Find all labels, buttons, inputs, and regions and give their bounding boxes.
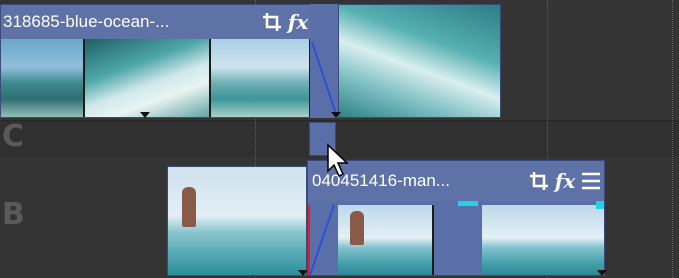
thumbnail — [1, 39, 85, 117]
crop-icon[interactable] — [526, 168, 552, 194]
frame-marker — [140, 112, 150, 118]
track-label-b: B — [2, 197, 25, 232]
event-header[interactable]: 318685-blue-ocean-... fx — [1, 5, 337, 39]
mouse-cursor-icon — [327, 143, 349, 178]
surfer-figure — [350, 211, 364, 245]
edge-handle[interactable] — [458, 201, 478, 206]
thumbnail — [338, 4, 501, 118]
fx-button[interactable]: fx — [552, 168, 578, 194]
menu-icon[interactable] — [578, 168, 604, 194]
event-header[interactable]: 040451416-man... fx — [308, 161, 604, 201]
track-label-c: C — [2, 119, 25, 154]
thumbnail — [482, 205, 604, 275]
event-name: 318685-blue-ocean-... — [3, 12, 170, 31]
thumbnail — [85, 39, 211, 117]
surfer-figure — [182, 187, 196, 227]
thumbnail — [167, 166, 307, 276]
fx-button[interactable]: fx — [285, 9, 311, 35]
grid-line — [672, 0, 673, 278]
video-event-blue-ocean[interactable]: 318685-blue-ocean-... fx — [0, 4, 338, 118]
thumbnail — [211, 39, 311, 117]
edge-handle[interactable] — [596, 201, 604, 209]
frame-marker — [331, 112, 341, 118]
frame-marker — [597, 270, 607, 276]
crossfade-region[interactable] — [310, 4, 340, 118]
crop-icon[interactable] — [259, 9, 285, 35]
thumbnail — [338, 205, 434, 275]
